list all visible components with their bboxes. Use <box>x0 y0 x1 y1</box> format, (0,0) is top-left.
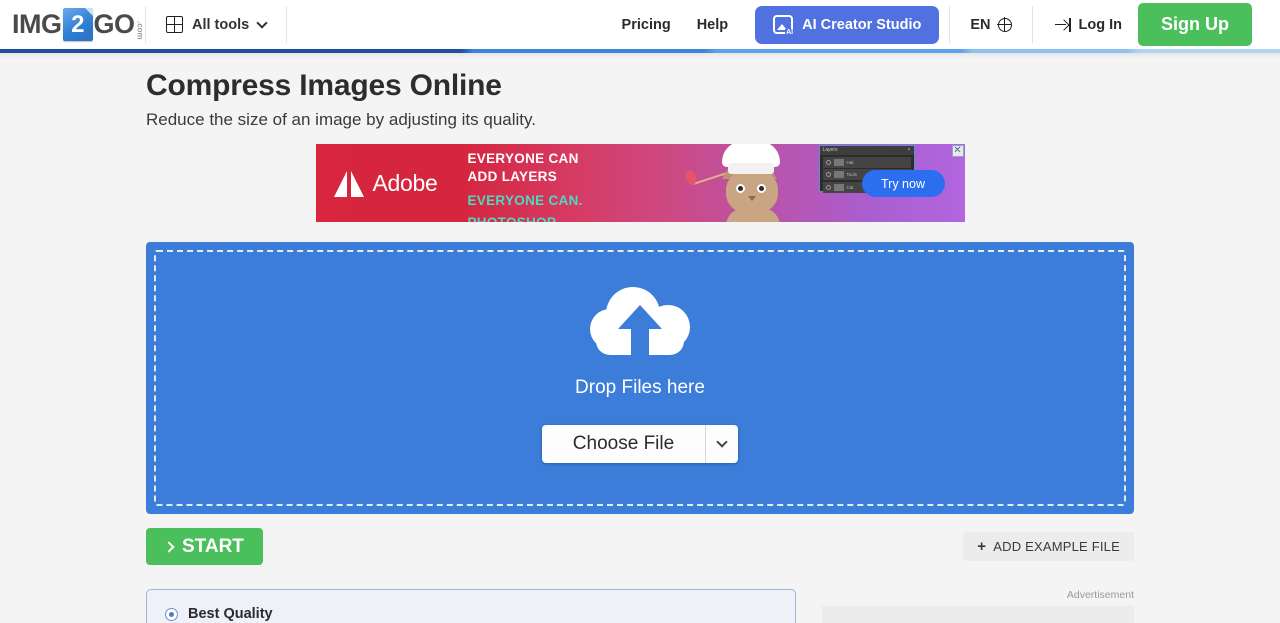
logo-doc-icon: 2 <box>62 8 93 41</box>
plus-icon: + <box>977 538 987 555</box>
page-subtitle: Reduce the size of an image by adjusting… <box>146 110 536 129</box>
signup-label: Sign Up <box>1161 14 1229 34</box>
all-tools-menu[interactable]: All tools <box>146 0 286 49</box>
logo-link[interactable]: IMG 2 GO .com <box>0 0 145 49</box>
choose-file-label: Choose File <box>572 433 675 454</box>
choose-file-dropdown-button[interactable] <box>705 425 739 463</box>
ad-line-2: EVERYONE CAN. <box>467 192 583 208</box>
login-label: Log In <box>1078 16 1123 33</box>
nav-help[interactable]: Help <box>684 0 741 49</box>
img2go-logo: IMG 2 GO .com <box>12 8 145 41</box>
login-arrow-icon <box>1054 17 1071 32</box>
chevron-down-icon <box>256 16 268 29</box>
login-button[interactable]: Log In <box>1033 0 1139 49</box>
ad-line-1b: ADD LAYERS <box>467 169 558 185</box>
adobe-mark-icon <box>333 170 364 197</box>
language-label: EN <box>970 16 991 33</box>
quality-option-label: Best Quality <box>188 606 273 622</box>
cloud-upload-icon <box>590 287 690 361</box>
advertisement-label: Advertisement <box>1066 589 1134 601</box>
choose-file-button[interactable]: Choose File <box>541 425 706 463</box>
bottom-row: Best Quality Advertisement <box>146 589 1134 623</box>
choose-file-group: Choose File <box>541 425 739 463</box>
ad-panel-title: Layers <box>822 147 838 153</box>
sidebar-ad: Advertisement <box>822 589 1134 623</box>
ad-cat-illustration <box>683 144 811 222</box>
ad-copy: EVERYONE CAN ADD LAYERS EVERYONE CAN. PH… <box>468 151 583 222</box>
add-example-label: ADD EXAMPLE FILE <box>993 539 1120 554</box>
logo-tld: .com <box>135 21 145 40</box>
sidebar-ad-slot[interactable] <box>822 606 1134 623</box>
content-container: Compress Images Online Reduce the size o… <box>146 49 1134 623</box>
nav-help-label: Help <box>696 16 729 33</box>
chevron-right-icon <box>163 540 175 553</box>
radio-icon <box>165 607 178 621</box>
adobe-brand-label: Adobe <box>372 170 438 196</box>
quality-option-best[interactable]: Best Quality <box>165 606 795 622</box>
nav-pricing[interactable]: Pricing <box>609 0 684 49</box>
add-example-file-button[interactable]: + ADD EXAMPLE FILE <box>963 532 1134 561</box>
ai-image-icon <box>773 15 795 37</box>
ad-line-1: EVERYONE CAN <box>467 151 579 166</box>
ad-cta-label: Try now <box>881 176 925 191</box>
nav-pricing-label: Pricing <box>621 16 671 33</box>
ad-panel-row-2: Cat <box>846 184 854 190</box>
ad-panel-row-1: Tools <box>846 172 858 177</box>
grid-icon <box>166 16 183 33</box>
logo-text-go: GO <box>93 9 136 39</box>
page-title: Compress Images Online <box>146 69 502 102</box>
signup-button[interactable]: Sign Up <box>1138 3 1252 46</box>
all-tools-label: All tools <box>192 16 250 33</box>
start-label: START <box>182 535 244 557</box>
top-ad-wrapper: Adobe EVERYONE CAN ADD LAYERS EVERYONE C… <box>146 144 1134 222</box>
language-selector[interactable]: EN <box>950 0 1031 49</box>
ai-creator-studio-label: AI Creator Studio <box>802 16 922 33</box>
action-row: START + ADD EXAMPLE FILE <box>146 528 1134 565</box>
logo-digit: 2 <box>71 10 84 38</box>
adobe-logo: Adobe <box>333 170 438 197</box>
main-content: Compress Images Online Reduce the size o… <box>0 49 1280 623</box>
ai-creator-studio-button[interactable]: AI Creator Studio <box>755 5 940 44</box>
settings-panel: Best Quality <box>146 589 796 623</box>
file-dropzone[interactable]: Drop Files here Choose File <box>146 242 1134 514</box>
start-button[interactable]: START <box>146 528 263 565</box>
ad-close-icon[interactable]: ✕ <box>951 145 964 157</box>
logo-text-img: IMG <box>12 9 62 39</box>
globe-icon <box>997 17 1012 32</box>
ad-close-glyph: ✕ <box>953 145 962 156</box>
ad-try-now-button[interactable]: Try now <box>861 170 945 197</box>
header-spacer <box>287 0 608 49</box>
site-header: IMG 2 GO .com All tools Pricing Help AI … <box>0 0 1280 49</box>
chevron-down-icon <box>716 436 728 448</box>
dropzone-label: Drop Files here <box>575 377 705 398</box>
ad-panel-row-0: Hat <box>846 159 854 165</box>
adobe-advertisement[interactable]: Adobe EVERYONE CAN ADD LAYERS EVERYONE C… <box>315 144 965 222</box>
ad-line-3: PHOTOSHOP <box>468 215 583 222</box>
